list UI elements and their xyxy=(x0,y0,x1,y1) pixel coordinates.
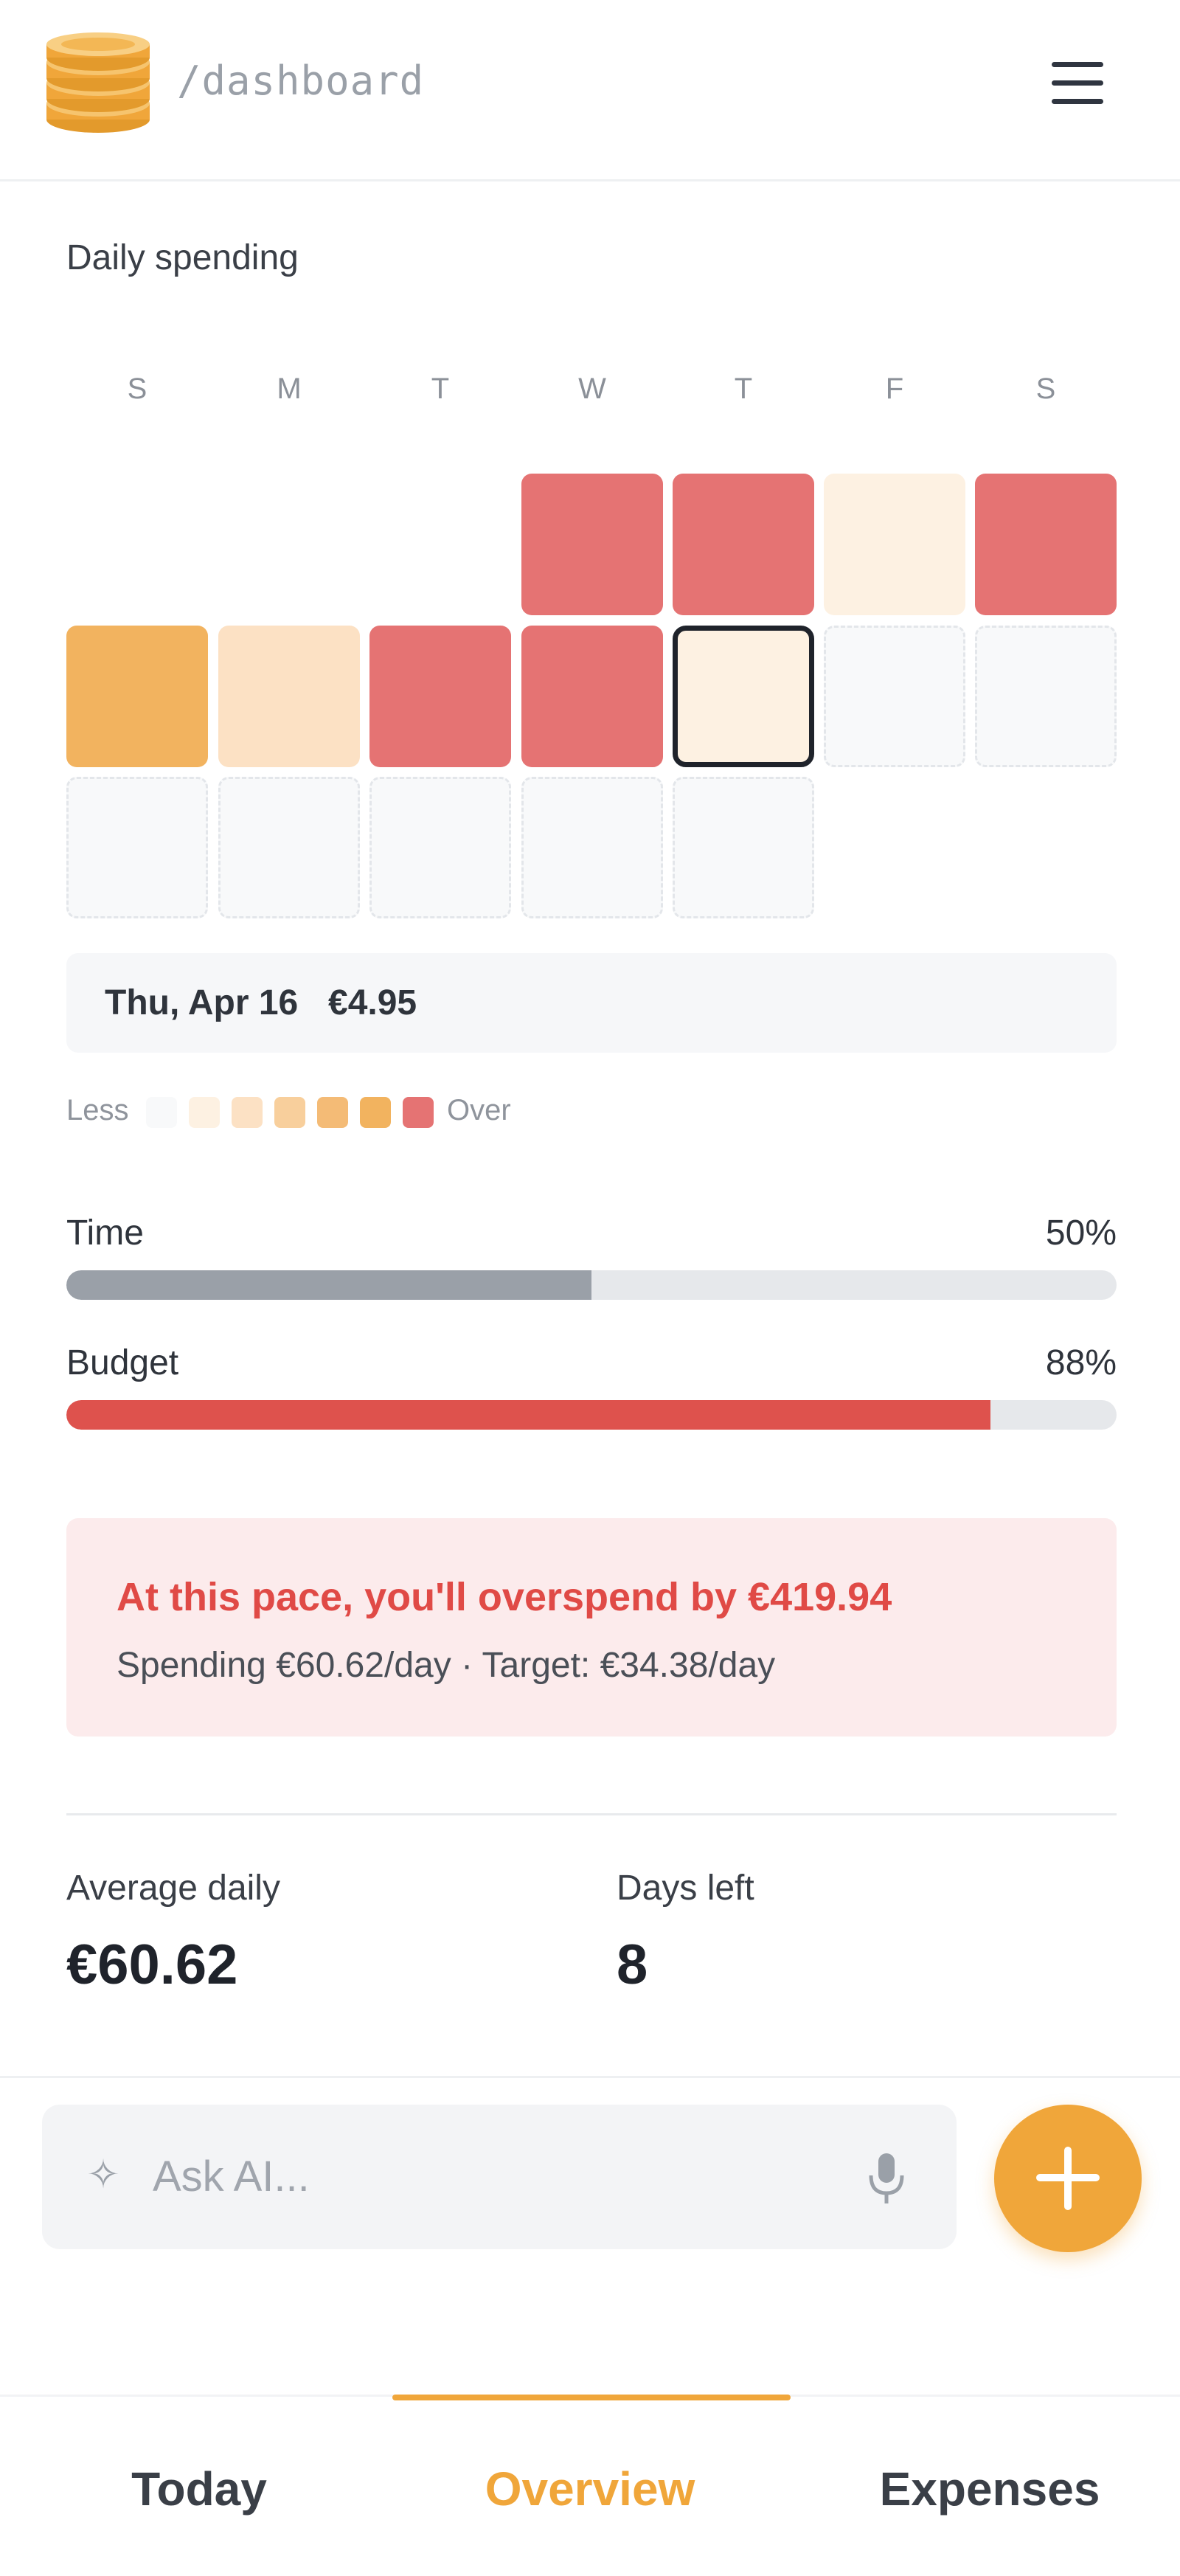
selected-amount: €4.95 xyxy=(328,983,417,1022)
weekday-label: T xyxy=(734,373,753,405)
sparkle-icon: ✧ xyxy=(86,2153,120,2197)
calendar-day[interactable] xyxy=(975,474,1117,615)
app-header: /dashboard xyxy=(0,0,1180,181)
calendar-day[interactable] xyxy=(369,626,511,767)
calendar-day[interactable] xyxy=(521,626,663,767)
selected-day-summary: Thu, Apr 16 €4.95 xyxy=(66,953,1117,1053)
divider xyxy=(66,1813,1117,1815)
calendar-day[interactable] xyxy=(521,474,663,615)
budget-progress-fill xyxy=(66,1400,991,1430)
time-progress-fill xyxy=(66,1270,591,1300)
legend-swatch xyxy=(189,1097,220,1128)
ai-divider xyxy=(0,2076,1180,2078)
budget-percent: 88% xyxy=(1045,1343,1117,1382)
weekday-label: T xyxy=(431,373,450,405)
budget-label: Budget xyxy=(66,1343,179,1382)
hamburger-menu-icon[interactable] xyxy=(1047,58,1106,109)
calendar-day[interactable] xyxy=(824,474,965,615)
add-expense-button[interactable] xyxy=(994,2105,1142,2252)
legend-over-label: Over xyxy=(447,1094,511,1126)
legend-swatch xyxy=(146,1097,177,1128)
weekday-label: S xyxy=(1035,373,1056,405)
calendar-day-empty[interactable] xyxy=(824,626,965,767)
tab-today[interactable]: Today xyxy=(0,2397,398,2576)
time-percent: 50% xyxy=(1045,1213,1117,1253)
warning-title: At this pace, you'll overspend by €419.9… xyxy=(117,1575,892,1619)
average-daily-value: €60.62 xyxy=(66,1933,238,1996)
ask-ai-input[interactable]: ✧ Ask AI... xyxy=(42,2105,957,2249)
days-left-value: 8 xyxy=(617,1933,648,1996)
overspend-warning: At this pace, you'll overspend by €419.9… xyxy=(66,1518,1117,1737)
weekday-label: W xyxy=(578,373,606,405)
calendar-day-empty[interactable] xyxy=(521,777,663,918)
budget-progress-bar xyxy=(66,1400,1117,1430)
tab-overview[interactable]: Overview xyxy=(391,2397,789,2576)
calendar-day-empty[interactable] xyxy=(673,777,814,918)
calendar-day-empty[interactable] xyxy=(975,626,1117,767)
legend-swatch xyxy=(403,1097,434,1128)
legend-less-label: Less xyxy=(66,1094,129,1126)
weekday-label: M xyxy=(277,373,302,405)
legend-swatch xyxy=(274,1097,305,1128)
selected-date: Thu, Apr 16 xyxy=(105,983,299,1022)
time-label: Time xyxy=(66,1213,144,1253)
average-daily-label: Average daily xyxy=(66,1869,280,1908)
legend-swatch xyxy=(317,1097,348,1128)
section-title: Daily spending xyxy=(66,238,299,277)
coin-stack-icon[interactable] xyxy=(43,32,153,134)
legend-swatch xyxy=(232,1097,263,1128)
time-progress-bar xyxy=(66,1270,1117,1300)
calendar-day[interactable] xyxy=(673,474,814,615)
legend-swatch xyxy=(360,1097,391,1128)
calendar-day-empty[interactable] xyxy=(218,777,360,918)
weekday-label: S xyxy=(127,373,148,405)
weekday-label: F xyxy=(885,373,904,405)
calendar-day-empty[interactable] xyxy=(66,777,208,918)
calendar-day[interactable] xyxy=(66,626,208,767)
page-path: /dashboard xyxy=(177,58,425,104)
ask-ai-placeholder: Ask AI... xyxy=(153,2153,310,2201)
days-left-label: Days left xyxy=(617,1869,754,1908)
calendar-day-selected[interactable] xyxy=(673,626,814,767)
calendar-day[interactable] xyxy=(218,626,360,767)
microphone-icon[interactable] xyxy=(861,2149,912,2208)
calendar-day-empty[interactable] xyxy=(369,777,511,918)
warning-subtitle: Spending €60.62/day · Target: €34.38/day xyxy=(117,1646,776,1685)
tab-expenses[interactable]: Expenses xyxy=(791,2397,1180,2576)
bottom-nav: Today Overview Expenses xyxy=(0,2395,1180,2576)
